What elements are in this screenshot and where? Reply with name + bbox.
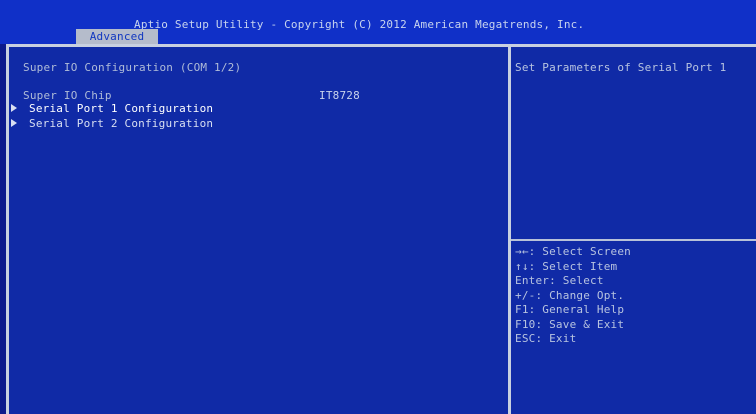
bios-screen: Aptio Setup Utility - Copyright (C) 2012…	[0, 0, 756, 414]
key-legend: →←: Select Screen ↑↓: Select Item Enter:…	[515, 245, 631, 347]
key-hint-save-exit: F10: Save & Exit	[515, 317, 625, 331]
tab-advanced[interactable]: Advanced	[76, 29, 158, 44]
section-title: Super IO Configuration (COM 1/2)	[23, 61, 242, 74]
app-title: Aptio Setup Utility - Copyright (C) 2012…	[134, 18, 585, 31]
key-hint-select-item: ↑↓: Select Item	[515, 259, 618, 273]
key-hint-change-opt: +/-: Change Opt.	[515, 288, 625, 302]
help-panel: Set Parameters of Serial Port 1 →←: Sele…	[508, 44, 756, 414]
help-divider	[511, 239, 756, 241]
key-hint-enter: Enter: Select	[515, 274, 604, 287]
menu-item-label: Serial Port 1 Configuration	[29, 102, 214, 115]
super-io-chip-value: IT8728	[319, 89, 360, 102]
key-hint-exit: ESC: Exit	[515, 332, 577, 345]
help-description: Set Parameters of Serial Port 1	[515, 61, 727, 74]
title-bar: Aptio Setup Utility - Copyright (C) 2012…	[0, 0, 756, 44]
super-io-chip-label: Super IO Chip	[23, 89, 112, 102]
menu-item-serial-port-1[interactable]: Serial Port 1 Configuration	[9, 102, 213, 115]
submenu-arrow-icon	[11, 104, 17, 112]
menu-item-label: Serial Port 2 Configuration	[29, 117, 214, 130]
key-hint-general-help: F1: General Help	[515, 303, 625, 316]
key-hint-select-screen: →←: Select Screen	[515, 245, 631, 258]
submenu-arrow-icon	[11, 119, 17, 127]
menu-item-serial-port-2[interactable]: Serial Port 2 Configuration	[9, 117, 213, 130]
main-panel: Super IO Configuration (COM 1/2) Super I…	[6, 44, 508, 414]
